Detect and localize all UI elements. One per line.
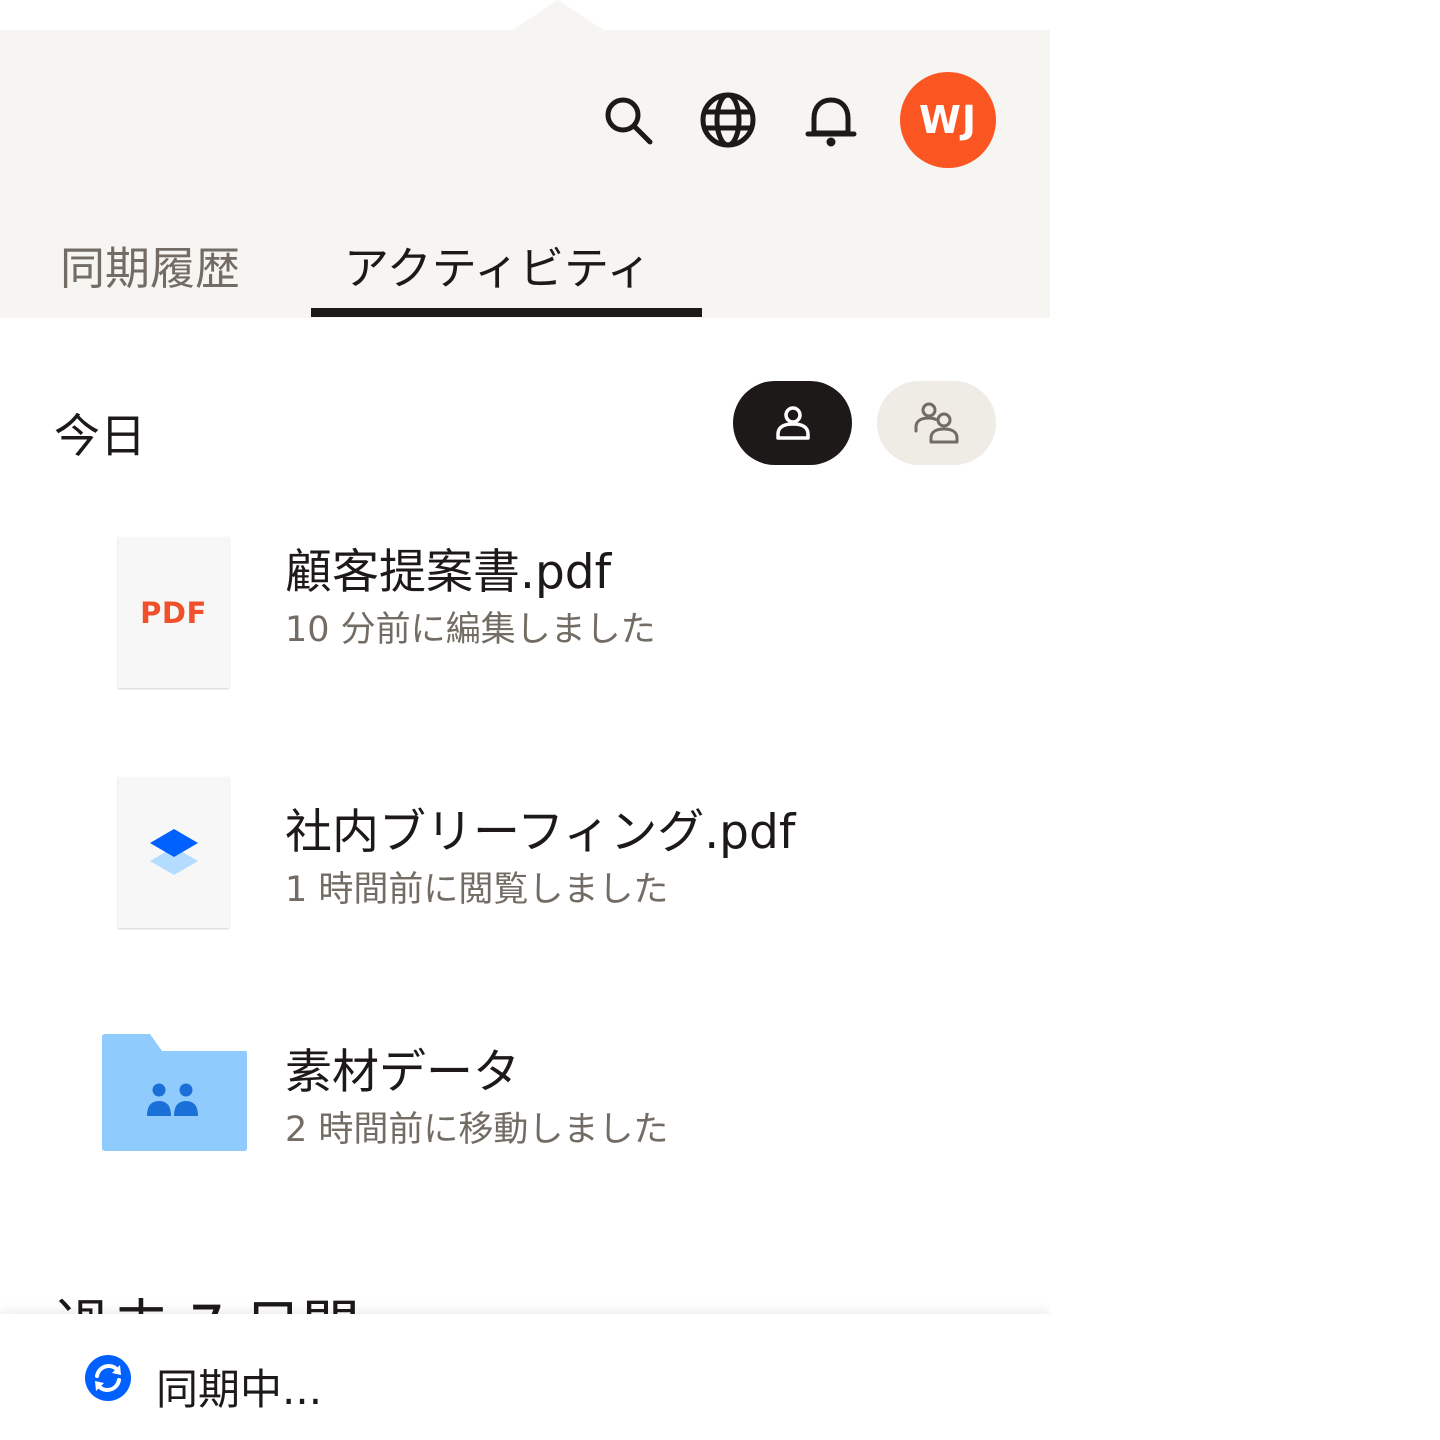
language-button[interactable] <box>696 88 760 152</box>
filter-shared-activity-button[interactable] <box>877 381 996 465</box>
filter-my-activity-button[interactable] <box>733 381 852 465</box>
activity-item[interactable]: 素材データ 2 時間前に移動しました <box>0 1005 1050 1185</box>
item-title: 素材データ <box>285 1045 520 1100</box>
globe-icon <box>700 92 756 148</box>
pdf-badge: PDF <box>140 595 207 630</box>
sync-icon <box>85 1355 131 1401</box>
activity-panel: WJ 同期履歴 アクティビティ 今日 PDF 顧客提案書.pdf 10 分前に編… <box>0 0 1050 1440</box>
search-button[interactable] <box>596 88 660 152</box>
popover-caret <box>511 0 605 31</box>
tab-activity[interactable]: アクティビティ <box>344 232 651 297</box>
people-icon <box>914 402 958 444</box>
active-tab-indicator <box>311 308 702 317</box>
item-subtitle: 2 時間前に移動しました <box>285 1110 669 1150</box>
pdf-file-icon: PDF <box>118 537 229 688</box>
dropbox-paper-icon <box>149 828 198 875</box>
item-subtitle: 1 時間前に閲覧しました <box>285 870 669 910</box>
section-title-today: 今日 <box>54 409 146 463</box>
bell-icon <box>805 97 857 147</box>
search-icon <box>605 97 653 145</box>
item-title: 社内ブリーフィング.pdf <box>285 805 796 860</box>
tab-sync-history[interactable]: 同期履歴 <box>60 232 240 297</box>
item-subtitle: 10 分前に編集しました <box>285 610 656 650</box>
activity-item[interactable]: 社内ブリーフィング.pdf 1 時間前に閲覧しました <box>0 765 1050 945</box>
person-icon <box>775 406 810 440</box>
sync-status-text: 同期中... <box>156 1365 323 1414</box>
dropbox-file-icon <box>118 777 229 928</box>
user-avatar[interactable]: WJ <box>900 72 996 168</box>
item-title: 顧客提案書.pdf <box>285 545 612 600</box>
activity-item[interactable]: PDF 顧客提案書.pdf 10 分前に編集しました <box>0 525 1050 705</box>
shared-folder-icon <box>102 1034 247 1151</box>
notifications-button[interactable] <box>799 88 863 152</box>
